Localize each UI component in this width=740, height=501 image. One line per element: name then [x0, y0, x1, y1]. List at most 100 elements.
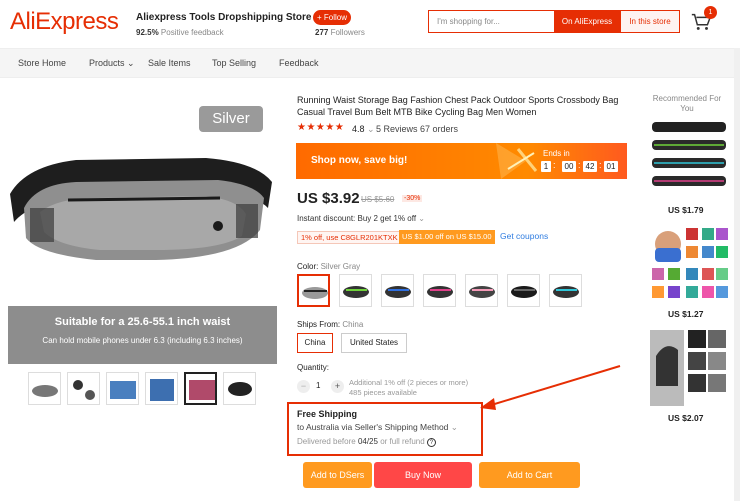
aliexpress-logo[interactable]: AliExpress [10, 8, 119, 36]
nav-products-label[interactable]: Products [89, 58, 125, 68]
nav-products[interactable]: Products ⌄ [89, 58, 135, 69]
search-input[interactable]: I'm shopping for... [428, 10, 554, 33]
quantity-increase-button[interactable]: + [331, 380, 344, 393]
buy-now-button[interactable]: Buy Now [374, 462, 472, 488]
thumbnail[interactable] [184, 372, 217, 405]
chevron-down-icon: ⌄ [450, 422, 458, 432]
delivery-suffix: or full refund [380, 437, 425, 446]
color-swatch-pink[interactable] [465, 274, 498, 307]
positive-feedback-pct: 92.5% [136, 28, 159, 37]
followers-number: 277 [315, 28, 329, 37]
nav-sale-items[interactable]: Sale Items [148, 58, 191, 68]
thumbnail[interactable] [223, 372, 256, 405]
store-nav: Store Home Products ⌄ Sale Items Top Sel… [0, 48, 740, 78]
ships-from-label-text: Ships From: [297, 320, 341, 329]
thumbnail[interactable] [145, 372, 178, 405]
promo-text: Shop now, save big! [311, 155, 408, 166]
rating-value: 4.8 ⌄ [352, 124, 375, 135]
followers-count: 277 Followers [315, 28, 365, 37]
chevron-down-icon: ⌄ [127, 58, 135, 68]
color-swatch-black[interactable] [507, 274, 540, 307]
ships-from-label: Ships From: China [297, 320, 363, 329]
quantity-decrease-button[interactable]: − [297, 380, 310, 393]
color-selected-value: Silver Gray [320, 262, 361, 271]
thumbnail-image [150, 379, 174, 401]
swatch-image [511, 286, 537, 298]
store-name-text[interactable]: Aliexpress Tools Dropshipping Store [136, 12, 311, 23]
add-to-dsers-button[interactable]: Add to DSers [303, 462, 372, 488]
search-in-store-button[interactable]: In this store [620, 10, 680, 33]
thumbnail-image [110, 381, 136, 399]
instant-discount-text[interactable]: Instant discount: Buy 2 get 1% off [297, 214, 416, 223]
followers-label: Followers [330, 28, 365, 37]
thumbnail[interactable] [67, 372, 100, 405]
store-coupon[interactable]: US $1.00 off on US $15.00 [399, 230, 495, 244]
chevron-down-icon[interactable]: ⌄ [367, 124, 375, 134]
recommended-price: US $1.79 [668, 205, 704, 215]
color-swatch-blue[interactable] [381, 274, 414, 307]
delivery-prefix: Delivered before [297, 437, 356, 446]
recommended-price: US $1.27 [668, 309, 704, 319]
quantity-label: Quantity: [297, 363, 330, 372]
color-swatch-silver-gray[interactable] [297, 274, 330, 307]
color-swatch-green[interactable] [339, 274, 372, 307]
countdown-separator: : [578, 160, 581, 170]
recommended-bags-image [652, 122, 726, 186]
ship-from-china-option[interactable]: China [297, 333, 333, 353]
recommended-title: Recommended For You [652, 94, 722, 113]
ship-from-us-option[interactable]: United States [341, 333, 407, 353]
chevron-down-icon: ⌄ [418, 214, 425, 223]
swatch-image [343, 286, 369, 298]
recommended-gloves-image [650, 330, 726, 406]
countdown-seconds: 01 [604, 161, 618, 172]
size-info-subtitle: Can hold mobile phones under 6.3 (includ… [42, 336, 243, 345]
countdown-separator: : [599, 160, 602, 170]
shipping-method[interactable]: to Australia via Seller's Shipping Metho… [297, 422, 458, 433]
thumbnail-image [228, 382, 252, 396]
nav-top-selling[interactable]: Top Selling [212, 58, 256, 68]
swatch-image [553, 286, 579, 298]
store-name[interactable]: Aliexpress Tools Dropshipping Store⌄ [136, 12, 322, 23]
nav-feedback[interactable]: Feedback [279, 58, 319, 68]
swatch-image [385, 286, 411, 298]
color-variant-label: Silver [199, 106, 263, 132]
positive-feedback: 92.5% Positive feedback [136, 28, 224, 37]
instant-discount[interactable]: Instant discount: Buy 2 get 1% off ⌄ [297, 214, 425, 223]
thumbnail[interactable] [28, 372, 61, 405]
recommended-masks-image [652, 228, 728, 298]
search-on-aliexpress-button[interactable]: On AliExpress [554, 10, 620, 33]
recommended-item-image[interactable] [648, 326, 730, 410]
size-info-title: Suitable for a 25.6-55.1 inch waist [54, 316, 231, 328]
swatch-image [302, 287, 328, 299]
reviews-link[interactable]: 5 Reviews [376, 124, 418, 134]
color-swatch-cyan[interactable] [549, 274, 582, 307]
color-swatch-rose[interactable] [423, 274, 456, 307]
recommended-item-image[interactable] [648, 222, 730, 306]
help-icon[interactable]: ? [426, 438, 436, 447]
color-label: Color: Silver Gray [297, 262, 360, 271]
recommended-item-image[interactable] [648, 118, 730, 202]
orders-count: 67 orders [420, 124, 459, 134]
quantity-input[interactable]: 1 [316, 381, 320, 390]
thumbnail-image [73, 380, 95, 400]
delivery-estimate: Delivered before 04/25 or full refund ? [297, 437, 436, 447]
thumbnail-image [32, 385, 58, 397]
rating-number: 4.8 [352, 124, 365, 134]
add-to-cart-button[interactable]: Add to Cart [479, 462, 580, 488]
free-shipping-label: Free Shipping [297, 409, 358, 419]
swatch-image [469, 286, 495, 298]
thumbnail[interactable] [106, 372, 139, 405]
stock-available: 485 pieces available [349, 388, 417, 397]
annotation-arrow-icon [480, 365, 621, 410]
color-label-text: Color: [297, 262, 319, 271]
countdown-minutes: 42 [583, 161, 597, 172]
scrollbar[interactable] [734, 48, 740, 501]
follow-button[interactable]: + Follow [313, 10, 351, 25]
positive-feedback-label: Positive feedback [160, 28, 224, 37]
recommended-price: US $2.07 [668, 413, 704, 423]
get-coupons-link[interactable]: Get coupons [500, 231, 548, 241]
shipping-method-text[interactable]: to Australia via Seller's Shipping Metho… [297, 422, 448, 432]
cart-count-badge: 1 [704, 6, 717, 19]
nav-store-home[interactable]: Store Home [18, 58, 66, 68]
coupon-code[interactable]: 1% off, use C8GLR201KTXK [297, 231, 402, 244]
